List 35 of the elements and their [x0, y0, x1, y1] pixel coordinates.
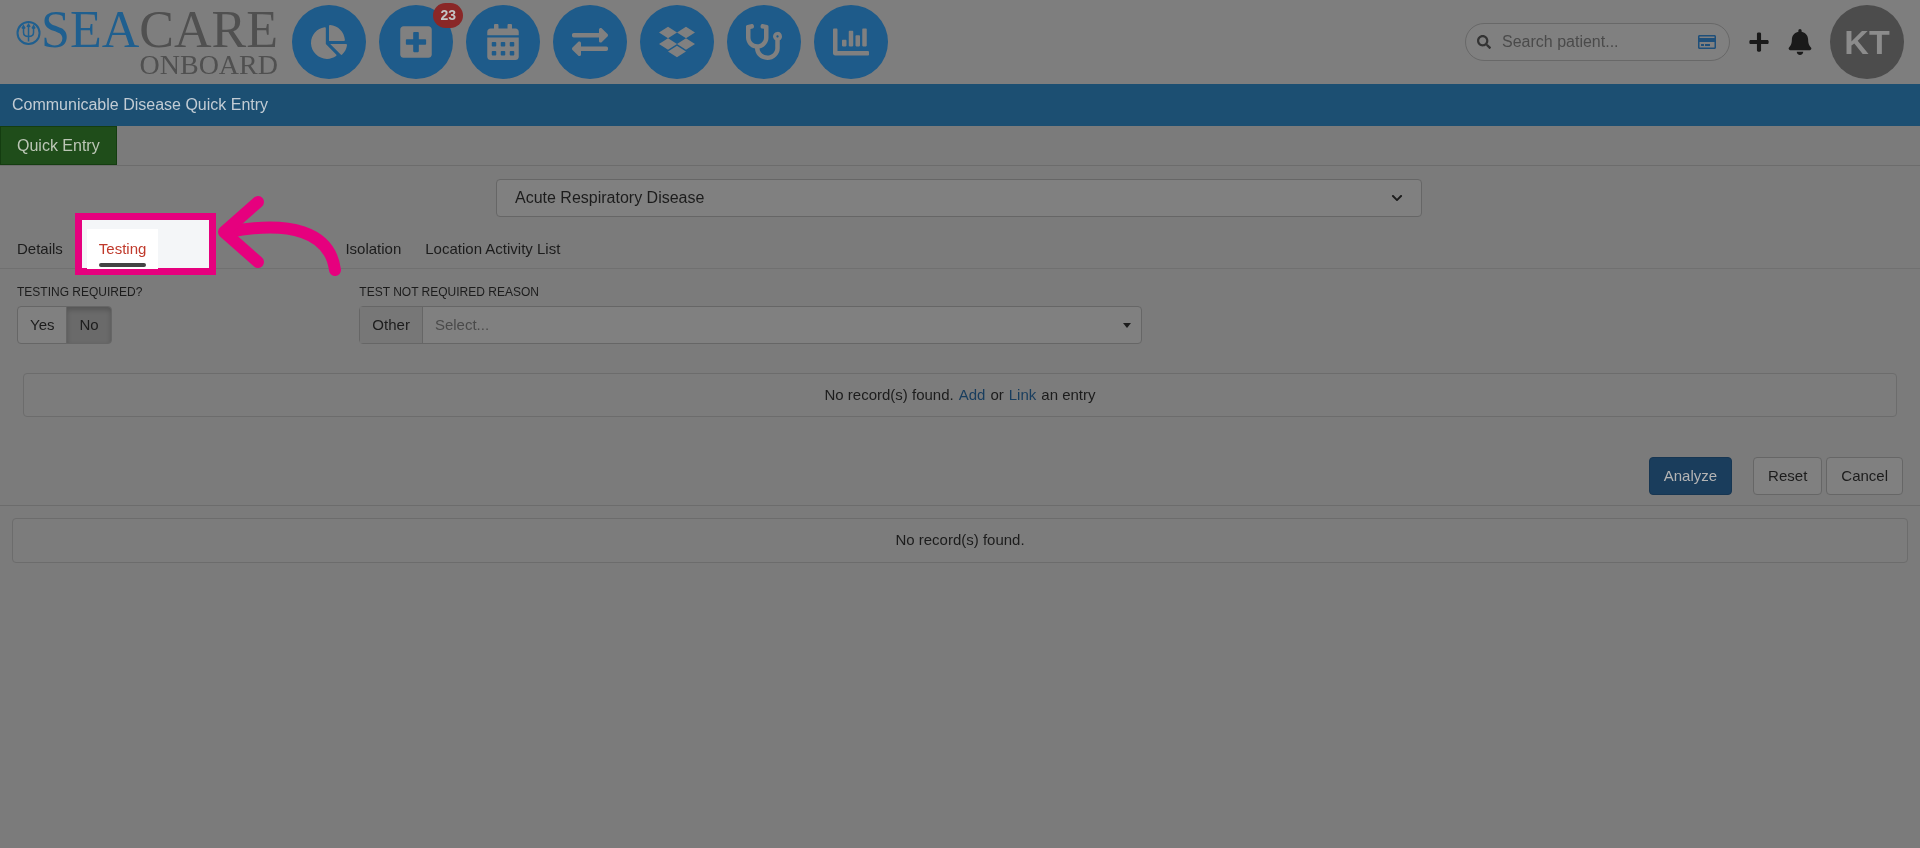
logo-primary-text: SEA [41, 5, 140, 55]
form-tab[interactable]: Testing [86, 229, 159, 269]
input-addon: Other [360, 307, 423, 343]
empty-message: No record(s) found. [824, 384, 954, 405]
notification-badge: 23 [433, 3, 463, 28]
field-label: TEST NOT REQUIRED REASON [359, 284, 540, 301]
card-icon [1698, 33, 1716, 51]
logo-secondary-text: CARE [139, 5, 278, 55]
conjunction-text: or [990, 384, 1004, 405]
boxes-icon [659, 24, 695, 60]
action-button[interactable]: Reset [1753, 457, 1823, 495]
toggle-option[interactable]: Yes [17, 306, 68, 344]
form-tab[interactable]: Isolation [333, 229, 414, 269]
page-title: Communicable Disease Quick Entry [12, 95, 269, 115]
section-tab[interactable]: Quick Entry [0, 126, 117, 165]
pie-chart-icon [311, 24, 347, 60]
disease-select[interactable]: Acute Respiratory Disease [496, 179, 1422, 217]
add-link[interactable]: Add [958, 383, 986, 407]
calendar-icon [485, 24, 521, 60]
suffix-text: an entry [1041, 384, 1096, 405]
toggle-option[interactable]: No [66, 306, 112, 344]
action-button[interactable]: Cancel [1826, 457, 1903, 495]
search-icon [1477, 35, 1491, 49]
link-entry-link[interactable]: Link [1008, 383, 1037, 407]
stethoscope-icon [746, 24, 782, 60]
form-tab[interactable]: Details [5, 229, 75, 269]
user-avatar[interactable]: KT [1830, 5, 1904, 79]
chevron-down-icon [1391, 192, 1403, 204]
field-label: TESTING REQUIRED? [17, 284, 143, 301]
form-tab[interactable]: Location Activity List [413, 229, 573, 269]
notification-bell-icon[interactable] [1788, 29, 1812, 55]
caret-icon [1123, 322, 1132, 328]
empty-message: No record(s) found. [895, 530, 1025, 551]
action-button[interactable]: Analyze [1648, 457, 1733, 495]
add-icon[interactable] [1748, 31, 1770, 53]
